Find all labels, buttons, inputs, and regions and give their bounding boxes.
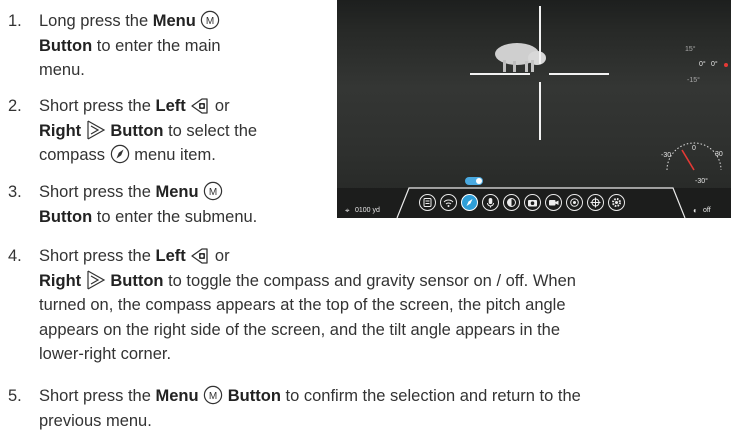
right-arrow-button-icon <box>86 119 106 140</box>
left-camera-button-icon <box>190 97 210 115</box>
menu-circle-m-icon: M <box>200 10 220 30</box>
reticle-vertical-bottom <box>539 82 541 140</box>
settings-icon[interactable] <box>608 194 625 211</box>
tilt-mid-label: 0 <box>692 145 696 152</box>
step-number: 1. <box>8 12 22 30</box>
status-label: off <box>703 207 711 214</box>
step-text: Long press the Menu M Button to enter th… <box>39 10 221 79</box>
step-4: 4. Short press the Left or Right Button … <box>0 244 731 369</box>
step-text: Short press the Left or Right Button to … <box>39 97 258 164</box>
distance-label: 0100 yd <box>355 207 380 214</box>
menu-frame <box>396 187 686 218</box>
pitch-top-label: 15° <box>685 46 696 53</box>
pitch-indicator-icon <box>724 63 728 67</box>
svg-text:M: M <box>209 391 217 402</box>
status-icon: ◐ <box>693 206 698 215</box>
step-number: 4. <box>8 247 22 265</box>
device-screenshot: 15° 0° 0° -15° -30 0 30 -30° ⌖ 0100 yd ◐… <box>337 0 731 218</box>
camera-icon[interactable] <box>524 194 541 211</box>
pitch-bottom-label: -15° <box>687 77 700 84</box>
pitch-value: 0° <box>699 61 706 68</box>
reticle-horizontal-right <box>549 73 609 75</box>
menu-circle-m-icon: M <box>203 385 223 405</box>
step-2: 2. Short press the Left or Right Button … <box>0 94 330 169</box>
step-text: Short press the Left or Right Button to … <box>39 247 576 363</box>
step-number: 5. <box>8 387 22 405</box>
wifi-icon[interactable] <box>440 194 457 211</box>
step-text: Short press the Menu M Button to confirm… <box>39 385 581 430</box>
step-text: Short press the Menu M Button to enter t… <box>39 181 258 226</box>
step-3: 3. Short press the Menu M Button to ente… <box>0 180 330 230</box>
video-icon[interactable] <box>545 194 562 211</box>
microphone-icon[interactable] <box>482 194 499 211</box>
crosshair-icon[interactable] <box>587 194 604 211</box>
step-1: 1. Long press the Menu M Button to enter… <box>0 9 330 84</box>
right-arrow-button-icon <box>86 269 106 290</box>
compass-icon <box>110 144 130 164</box>
color-mode-icon[interactable] <box>503 194 520 211</box>
calibration-icon[interactable] <box>566 194 583 211</box>
reticle-vertical-top <box>539 6 541 64</box>
step-5: 5. Short press the Menu M Button to conf… <box>0 384 731 432</box>
menu-circle-m-icon: M <box>203 181 223 201</box>
reticle-horizontal-left <box>470 73 530 75</box>
tilt-left-label: -30 <box>661 152 672 159</box>
svg-text:M: M <box>209 187 217 198</box>
step-number: 3. <box>8 183 22 201</box>
svg-text:M: M <box>206 16 214 27</box>
tilt-value: -30° <box>695 178 708 185</box>
pitch-value-b: 0° <box>711 61 718 68</box>
compass-toggle-switch[interactable] <box>465 177 483 185</box>
left-camera-button-icon <box>190 247 210 265</box>
brightness-icon[interactable] <box>419 194 436 211</box>
compass-icon[interactable] <box>461 194 478 211</box>
step-number: 2. <box>8 97 22 115</box>
tilt-right-label: 30 <box>715 151 723 158</box>
rangefinder-icon: ⌖ <box>345 206 350 215</box>
